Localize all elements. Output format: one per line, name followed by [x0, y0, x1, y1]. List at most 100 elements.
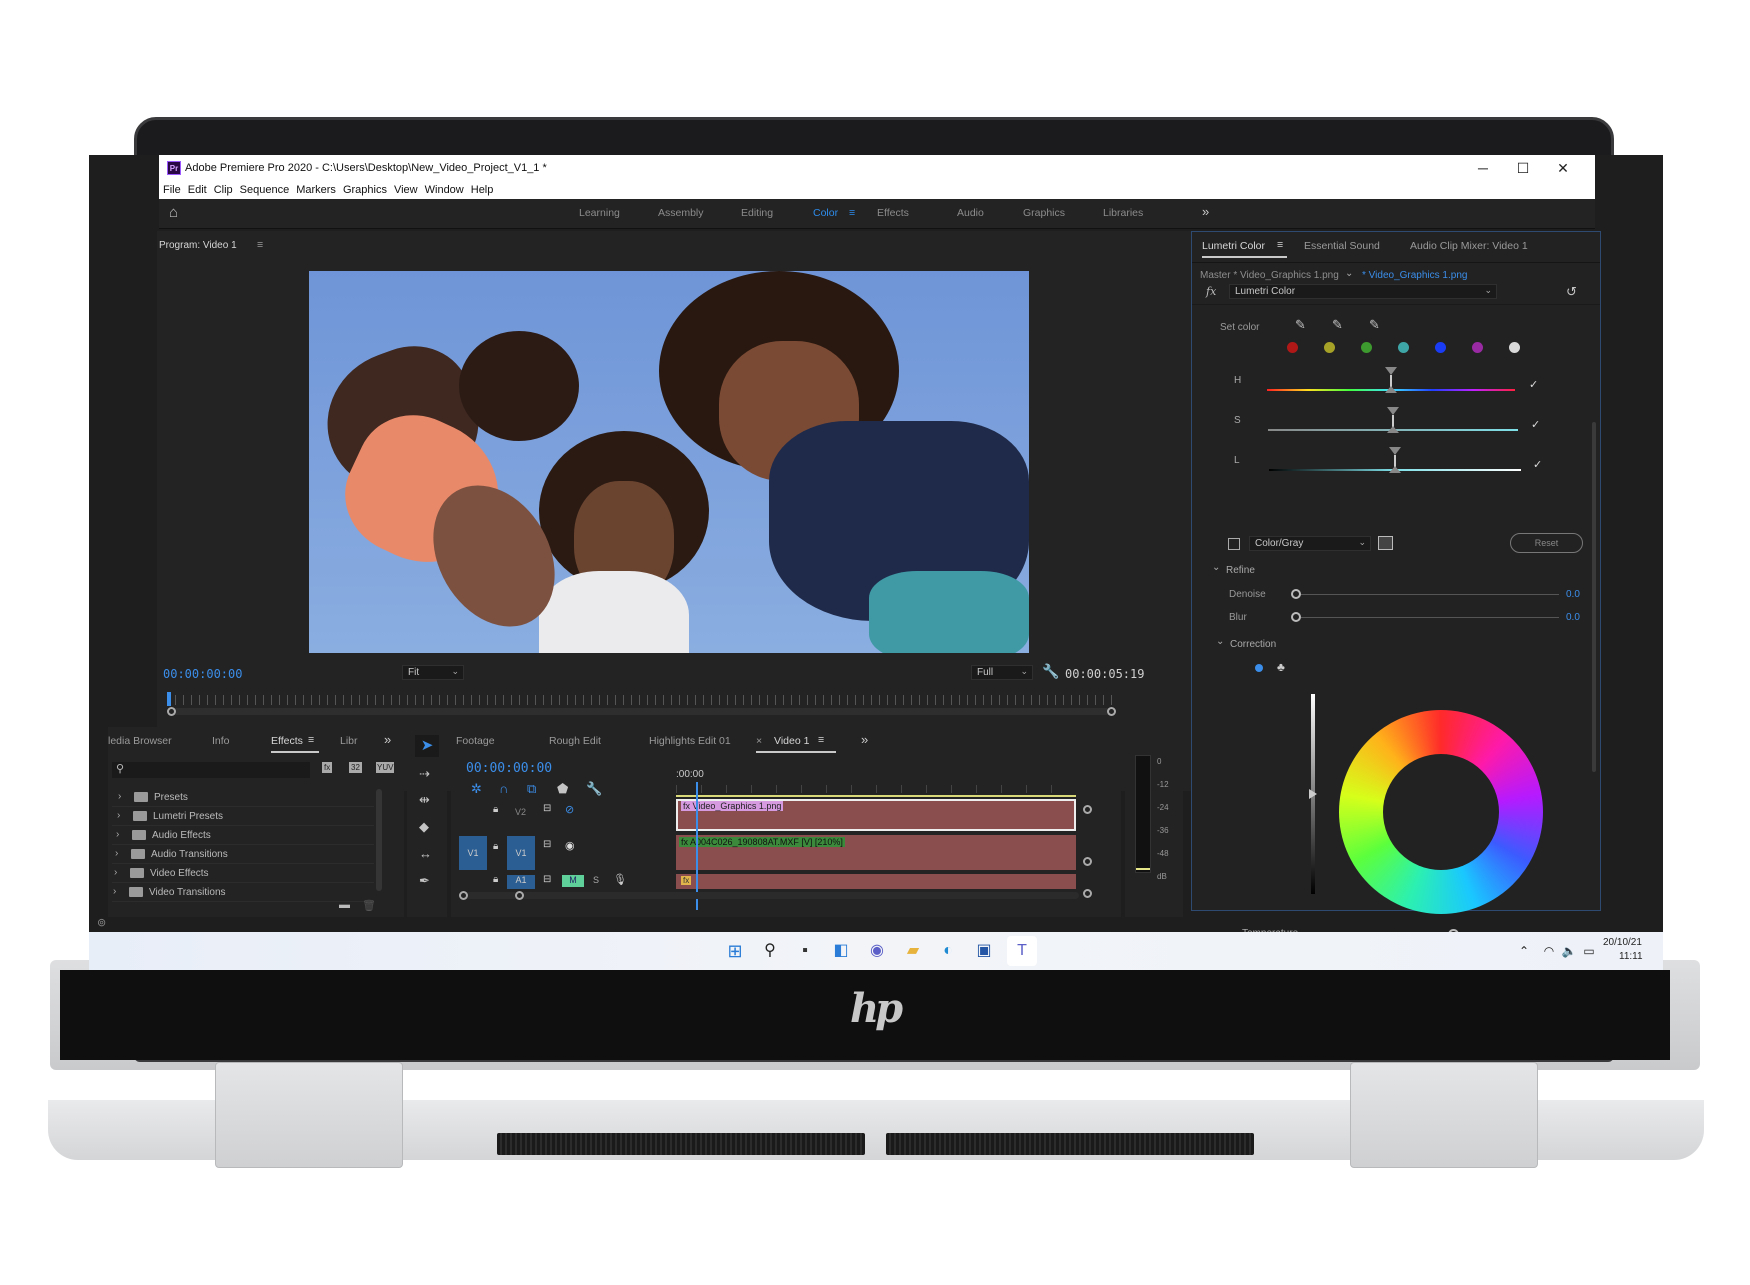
three-wheel-mode-icon[interactable]: ♣	[1277, 660, 1285, 674]
store-icon[interactable]: ▣	[974, 941, 994, 961]
razor-tool-icon[interactable]: ◆	[419, 820, 429, 833]
playhead[interactable]	[167, 692, 171, 706]
color-swatch[interactable]	[1287, 342, 1298, 353]
timeline-ruler[interactable]	[676, 785, 1076, 793]
eyedropper-subtract-icon[interactable]: ✎	[1369, 318, 1380, 331]
battery-icon[interactable]: ▭	[1579, 941, 1599, 961]
file-explorer-icon[interactable]: ▰	[903, 941, 923, 961]
eyedropper-add-icon[interactable]: ✎	[1332, 318, 1343, 331]
effects-scrollbar[interactable]	[376, 789, 382, 891]
track-scroll-handle[interactable]	[1083, 857, 1092, 866]
tab-info[interactable]: Info	[212, 735, 230, 747]
tree-item[interactable]: › Lumetri Presets	[112, 808, 374, 826]
refine-chevron-icon[interactable]: ⌄	[1212, 562, 1220, 573]
microphone-icon[interactable]: 🎙︎	[613, 873, 627, 886]
taskbar-date[interactable]: 20/10/21	[1603, 937, 1642, 948]
hsl-handle-top[interactable]	[1387, 407, 1399, 415]
timeline-overflow-button[interactable]: »	[861, 732, 868, 747]
menu-clip[interactable]: Clip	[214, 184, 233, 196]
tab-rough-edit[interactable]: Rough Edit	[549, 735, 601, 747]
maximize-button[interactable]: ☐	[1503, 155, 1543, 181]
timeline-scroll-handle-left[interactable]	[459, 891, 468, 900]
workspace-overflow-button[interactable]: »	[1202, 204, 1209, 219]
volume-icon[interactable]: 🔈	[1559, 941, 1579, 961]
hsl-handle-top[interactable]	[1385, 367, 1397, 375]
lock-icon[interactable]: 🔒︎	[493, 804, 498, 815]
color-swatch[interactable]	[1472, 342, 1483, 353]
clip-a1-fx-badge[interactable]: fx	[681, 876, 692, 885]
menu-markers[interactable]: Markers	[296, 184, 336, 196]
tab-footage[interactable]: Footage	[456, 735, 495, 747]
accelerated-effects-filter[interactable]: fx	[322, 762, 333, 773]
hidden-eye-icon[interactable]: ⊘	[565, 803, 574, 816]
timeline-menu-icon[interactable]: ≡	[818, 734, 824, 746]
hsl-handle-bottom[interactable]	[1387, 426, 1399, 433]
mute-button[interactable]: M	[562, 875, 584, 887]
timeline-scrollbar[interactable]	[459, 892, 1079, 899]
zoom-level-select[interactable]: Fit ⌄	[402, 665, 464, 680]
track-scroll-handle[interactable]	[1083, 805, 1092, 814]
tree-item[interactable]: › Audio Effects	[112, 827, 374, 845]
new-folder-icon[interactable]: ▬	[339, 899, 350, 911]
tab-highlights-edit[interactable]: Highlights Edit 01	[649, 735, 731, 747]
chevron-right-icon[interactable]: ›	[118, 791, 121, 802]
clip-v1-label[interactable]: fx A004C026_190808AT.MXF [V] [210%]	[679, 837, 845, 847]
color-wheel[interactable]	[1339, 710, 1543, 914]
taskbar-time[interactable]: 11:11	[1619, 951, 1643, 962]
color-swatch[interactable]	[1398, 342, 1409, 353]
hsl-handle-bottom[interactable]	[1389, 466, 1401, 473]
ripple-edit-tool-icon[interactable]: ⇹	[419, 793, 430, 806]
refine-track[interactable]	[1297, 617, 1559, 618]
chevron-right-icon[interactable]: ›	[115, 848, 118, 859]
correction-chevron-icon[interactable]: ⌄	[1216, 636, 1224, 647]
single-wheel-mode-icon[interactable]	[1255, 664, 1263, 672]
hsl-checkbox-checked[interactable]: ✓	[1533, 458, 1542, 471]
scroll-handle-right[interactable]	[1107, 707, 1116, 716]
refine-section-label[interactable]: Refine	[1226, 565, 1255, 576]
search-icon[interactable]: ⚲	[760, 941, 780, 961]
active-clip-label[interactable]: * Video_Graphics 1.png	[1362, 270, 1467, 281]
widgets-icon[interactable]: ◧	[831, 941, 851, 961]
task-view-icon[interactable]: ▪	[795, 941, 815, 961]
color-gray-checkbox[interactable]	[1228, 538, 1240, 550]
tab-lumetri-color[interactable]: Lumetri Color	[1202, 240, 1265, 252]
yuv-effects-filter[interactable]: YUV	[376, 762, 395, 773]
resolution-select[interactable]: Full ⌄	[971, 665, 1033, 680]
reset-effect-icon[interactable]: ↺	[1566, 285, 1577, 298]
refine-handle[interactable]	[1291, 612, 1301, 622]
linked-selection-icon[interactable]: ⧉	[527, 782, 536, 795]
tab-essential-sound[interactable]: Essential Sound	[1304, 240, 1380, 252]
lumetri-scrollbar[interactable]	[1592, 422, 1596, 772]
delete-icon[interactable]: 🗑	[362, 899, 376, 912]
tree-item[interactable]: › Presets	[112, 789, 374, 807]
track-select-tool-icon[interactable]: ⇢	[419, 767, 430, 780]
workspace-graphics[interactable]: Graphics	[1023, 207, 1065, 219]
track-label-v1[interactable]: V1	[507, 836, 535, 870]
snap-icon[interactable]: ∩	[499, 782, 508, 795]
menu-sequence[interactable]: Sequence	[240, 184, 290, 196]
menu-view[interactable]: View	[394, 184, 418, 196]
refine-handle[interactable]	[1291, 589, 1301, 599]
tab-media-browser[interactable]: ledia Browser	[108, 735, 172, 747]
program-current-timecode[interactable]: 00:00:00:00	[163, 667, 242, 681]
wrench-icon[interactable]: 🔧	[1042, 664, 1059, 678]
toggle-sync-icon[interactable]: ⊟	[543, 839, 551, 850]
menu-help[interactable]: Help	[471, 184, 494, 196]
hsl-handle-bottom[interactable]	[1385, 386, 1397, 393]
tree-item[interactable]: › Video Effects	[112, 865, 374, 883]
lock-icon[interactable]: 🔒︎	[493, 874, 498, 885]
effects-menu-icon[interactable]: ≡	[308, 734, 314, 746]
work-area-bar[interactable]	[676, 795, 1076, 797]
video-preview[interactable]	[309, 271, 1029, 653]
wifi-icon[interactable]: ◠	[1539, 941, 1559, 961]
toggle-sync-icon[interactable]: ⊟	[543, 803, 551, 814]
lumetri-menu-icon[interactable]: ≡	[1277, 239, 1283, 251]
refine-value[interactable]: 0.0	[1566, 612, 1580, 623]
teams-icon[interactable]: T	[1007, 936, 1037, 966]
scroll-handle-left[interactable]	[167, 707, 176, 716]
tab-audio-clip-mixer[interactable]: Audio Clip Mixer: Video 1	[1410, 240, 1528, 252]
color-swatch[interactable]	[1509, 342, 1520, 353]
refine-track[interactable]	[1297, 594, 1559, 595]
tab-effects[interactable]: Effects	[271, 735, 303, 747]
lock-icon[interactable]: 🔒︎	[493, 841, 498, 852]
